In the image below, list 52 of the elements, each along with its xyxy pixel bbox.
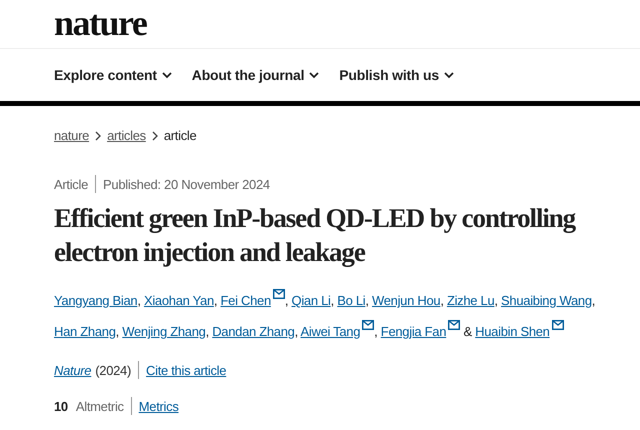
mail-icon[interactable] — [362, 320, 374, 330]
author-separator: , — [116, 324, 119, 339]
author-link[interactable]: Xiaohan Yan — [144, 293, 214, 308]
nav-menu-button[interactable]: About the journal — [192, 67, 320, 83]
author-link[interactable]: Fengjia Fan — [380, 324, 446, 339]
chevron-down-icon — [309, 72, 320, 78]
author-separator: , — [137, 293, 141, 308]
author-separator: , — [374, 324, 378, 339]
metrics-link[interactable]: Metrics — [138, 398, 179, 414]
author-separator: , — [294, 324, 298, 339]
author-separator: , — [214, 293, 218, 308]
nav-menu-button[interactable]: Explore content — [54, 67, 172, 83]
author-link[interactable]: Dandan Zhang — [212, 324, 295, 339]
author-separator: & — [462, 324, 472, 339]
cite-link[interactable]: Cite this article — [146, 362, 226, 378]
chevron-down-icon — [162, 72, 172, 78]
breadcrumb-link[interactable]: nature — [54, 128, 90, 143]
author-link[interactable]: Bo Li — [337, 293, 366, 308]
nature-logo[interactable]: nature — [54, 3, 146, 43]
chevron-down-icon — [444, 72, 454, 78]
mail-icon[interactable] — [448, 320, 460, 330]
author-link[interactable]: Han Zhang — [54, 324, 116, 339]
author-link[interactable]: Qian Li — [292, 293, 331, 308]
author-separator: , — [365, 293, 369, 308]
author-link[interactable]: Wenjun Hou — [372, 293, 440, 308]
publication-year: (2024) — [95, 362, 132, 378]
nav-menu-button[interactable]: Publish with us — [339, 67, 454, 83]
journal-link[interactable]: Nature — [54, 362, 92, 378]
author-separator: , — [284, 293, 288, 308]
chevron-right-icon — [152, 130, 158, 140]
mail-icon[interactable] — [272, 289, 285, 299]
author-link[interactable]: Fei Chen — [220, 293, 271, 308]
article-type: Article — [54, 176, 88, 192]
chevron-right-icon — [95, 130, 102, 140]
breadcrumb-current: article — [164, 128, 196, 143]
author-link[interactable]: Huaibin Shen — [475, 324, 550, 339]
author-link[interactable]: Zizhe Lu — [446, 293, 494, 308]
article-title: Efficient green InP-based QD-LED by controlling electron injection and leakage — [54, 202, 577, 269]
author-separator: , — [330, 293, 334, 308]
author-separator: , — [592, 293, 596, 308]
author-link[interactable]: Wenjing Zhang — [122, 324, 206, 339]
author-separator: , — [206, 324, 209, 339]
altmetric-score: 10 — [54, 398, 68, 414]
author-link[interactable]: Shuaibing Wang — [501, 293, 592, 308]
author-separator: , — [494, 293, 498, 308]
mail-icon[interactable] — [552, 320, 564, 330]
author-link[interactable]: Aiwei Tang — [300, 324, 360, 339]
breadcrumb-link[interactable]: articles — [107, 128, 146, 143]
author-link[interactable]: Yangyang Bian — [54, 293, 138, 308]
published-date: Published: 20 November 2024 — [103, 176, 270, 192]
author-separator: , — [440, 293, 444, 308]
altmetric-label: Altmetric — [76, 398, 124, 414]
